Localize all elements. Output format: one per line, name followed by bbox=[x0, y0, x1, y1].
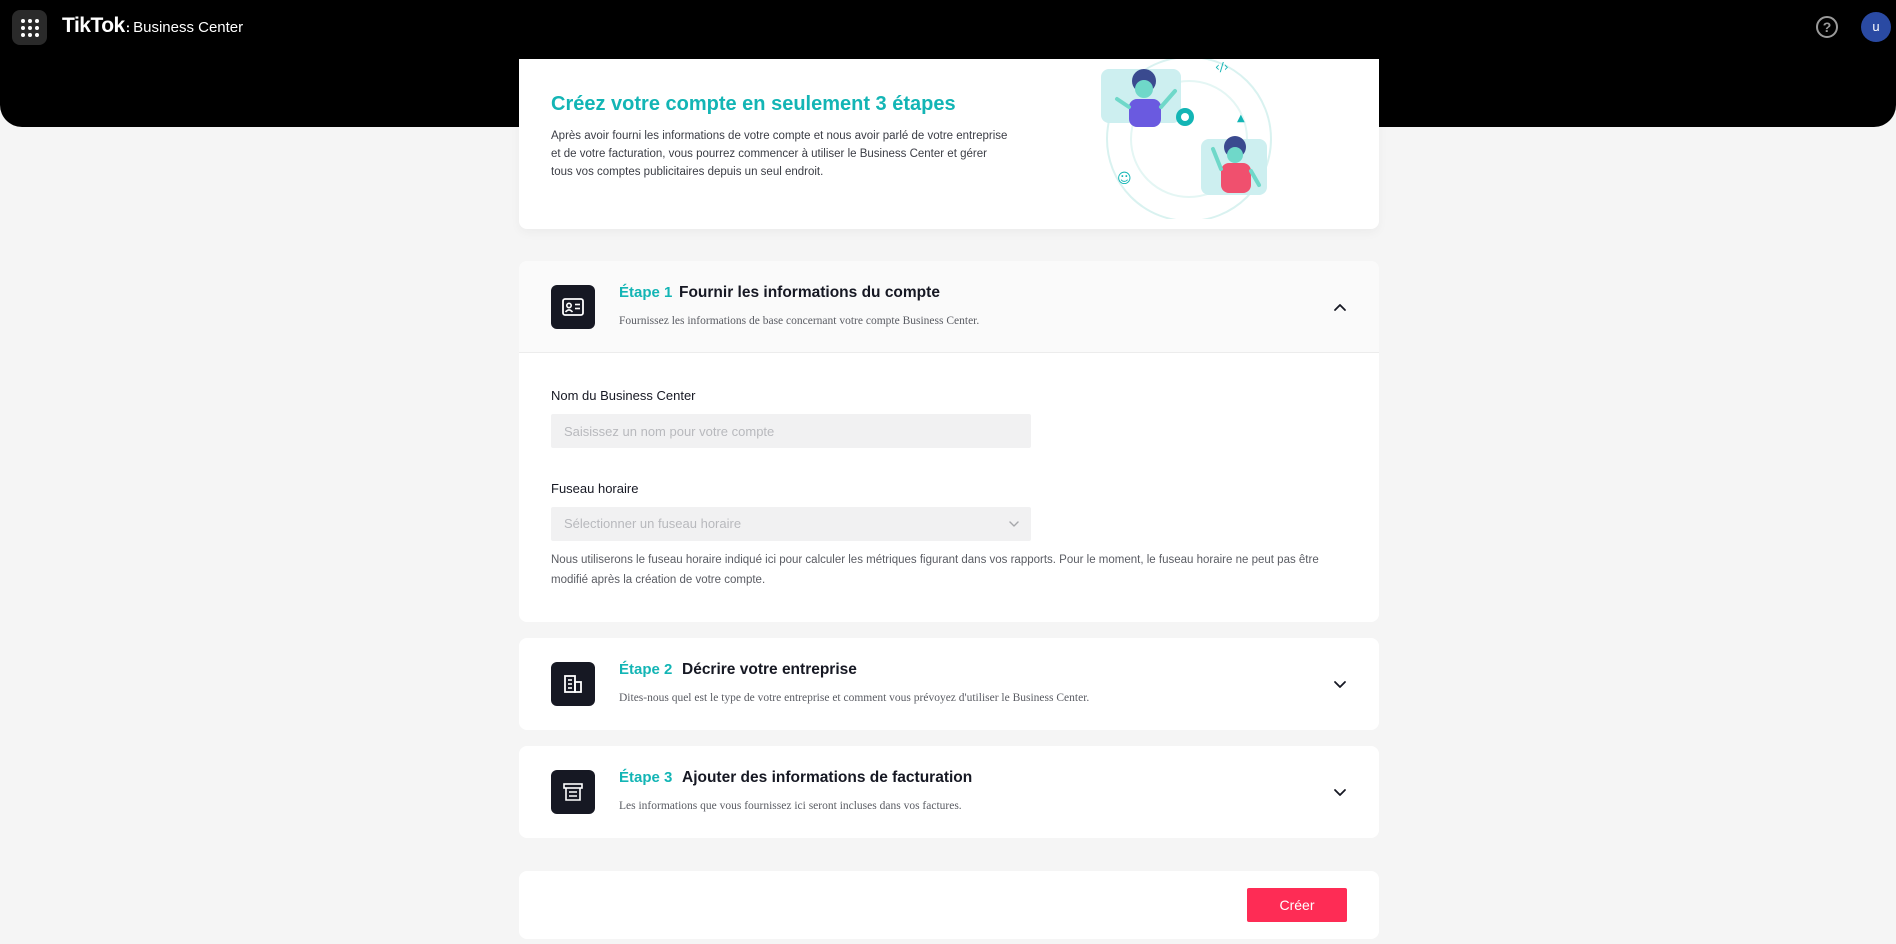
step-3-subtitle: Les informations que vous fournissez ici… bbox=[619, 800, 962, 812]
step-3-header[interactable]: Étape 3 Ajouter des informations de fact… bbox=[519, 746, 1379, 838]
step-2-header[interactable]: Étape 2 Décrire votre entreprise Dites-n… bbox=[519, 638, 1379, 730]
timezone-placeholder: Sélectionner un fuseau horaire bbox=[564, 516, 742, 531]
chevron-up-icon[interactable] bbox=[1329, 296, 1351, 318]
intro-title: Créez votre compte en seulement 3 étapes bbox=[551, 93, 956, 115]
timezone-select[interactable]: Sélectionner un fuseau horaire bbox=[551, 507, 1031, 541]
step-3-section[interactable]: Étape 3 Ajouter des informations de fact… bbox=[519, 746, 1379, 838]
chevron-down-icon[interactable] bbox=[1329, 673, 1351, 695]
step-2-title: Décrire votre entreprise bbox=[682, 661, 857, 678]
logo-brand: TikTok bbox=[62, 14, 125, 37]
timezone-label: Fuseau horaire bbox=[551, 481, 639, 496]
intro-description: Après avoir fourni les informations de v… bbox=[551, 130, 1008, 178]
chevron-down-icon[interactable] bbox=[1329, 781, 1351, 803]
id-card-icon bbox=[551, 285, 595, 329]
step-1-number: Étape 1 bbox=[619, 284, 673, 301]
business-center-name-label: Nom du Business Center bbox=[551, 388, 696, 403]
timezone-help-text: Nous utiliserons le fuseau horaire indiq… bbox=[551, 554, 1319, 586]
svg-text:☺: ☺ bbox=[1117, 171, 1132, 187]
step-2-section[interactable]: Étape 2 Décrire votre entreprise Dites-n… bbox=[519, 638, 1379, 730]
step-1-title: Fournir les informations du compte bbox=[679, 284, 940, 301]
logo-product: Business Center bbox=[133, 18, 244, 36]
step-1-header[interactable]: Étape 1 Fournir les informations du comp… bbox=[519, 261, 1379, 353]
step-1-section: Étape 1 Fournir les informations du comp… bbox=[519, 261, 1379, 622]
step-2-number: Étape 2 bbox=[619, 661, 673, 678]
footer-actions: Créer bbox=[519, 871, 1379, 939]
question-icon[interactable]: ? bbox=[1816, 16, 1838, 38]
intro-card: Créez votre compte en seulement 3 étapes… bbox=[519, 59, 1379, 229]
logo-separator: : bbox=[125, 19, 131, 35]
step-3-number: Étape 3 bbox=[619, 769, 673, 786]
business-center-name-input[interactable] bbox=[551, 414, 1031, 448]
step-2-subtitle: Dites-nous quel est le type de votre ent… bbox=[619, 692, 1090, 704]
chevron-down-icon bbox=[1009, 521, 1019, 527]
onboarding-illustration: ‹/› ☺ ▲ bbox=[1101, 59, 1272, 219]
tiktok-business-center-logo[interactable]: TikTok : Business Center bbox=[62, 14, 243, 38]
svg-text:‹/›: ‹/› bbox=[1215, 60, 1229, 74]
building-icon bbox=[551, 662, 595, 706]
svg-text:▲: ▲ bbox=[1237, 113, 1245, 124]
step-3-title: Ajouter des informations de facturation bbox=[682, 769, 973, 786]
step-1-subtitle: Fournissez les informations de base conc… bbox=[619, 315, 980, 327]
grid-icon[interactable] bbox=[12, 10, 47, 45]
avatar[interactable]: u bbox=[1861, 12, 1891, 42]
receipt-icon bbox=[551, 770, 595, 814]
create-button[interactable]: Créer bbox=[1247, 888, 1347, 922]
top-navigation-bar: TikTok : Business Center ? u bbox=[0, 0, 1896, 59]
